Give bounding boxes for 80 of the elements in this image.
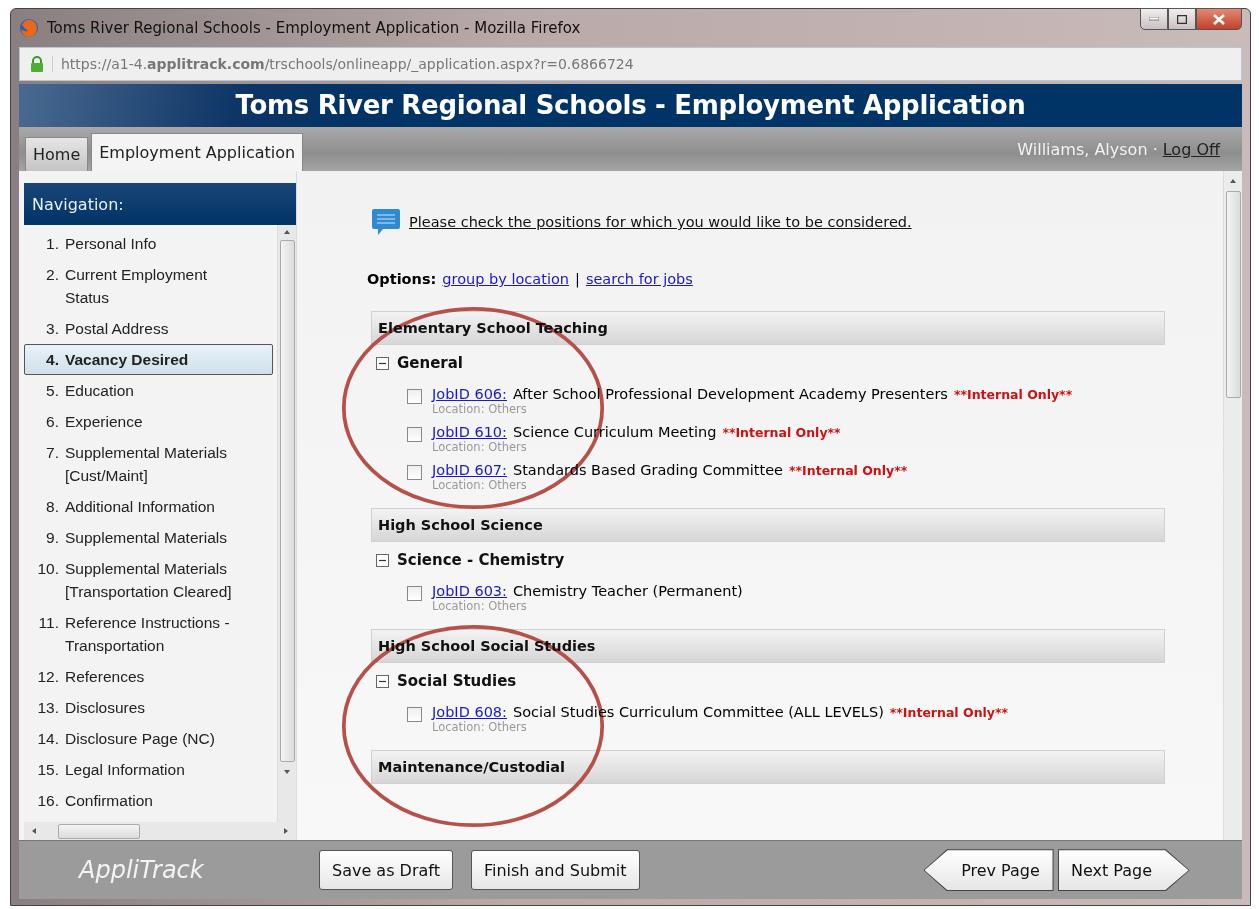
checkbox[interactable] (407, 586, 422, 602)
internal-note: **Internal Only** (953, 387, 1073, 403)
footer-button[interactable]: Finish and Submit (470, 850, 640, 891)
navigation-item[interactable]: 3. Postal Address (24, 313, 273, 345)
job-id-link[interactable]: JobID 606: (432, 386, 507, 403)
job-id-link[interactable]: JobID 603: (432, 583, 507, 600)
option-link[interactable]: search for jobs (585, 271, 693, 288)
checkbox[interactable] (407, 465, 422, 481)
scroll-thumb[interactable] (58, 823, 140, 839)
job-id-link[interactable]: JobID 607: (432, 462, 507, 479)
navigation-item[interactable]: 8. Additional Information (24, 491, 273, 523)
job-id-link[interactable]: JobID 610: (432, 424, 507, 441)
minimize-icon (1149, 17, 1159, 21)
scrollbar[interactable] (277, 225, 296, 823)
browser-logo-icon (19, 17, 39, 38)
job-location: Location: Others (432, 478, 528, 493)
navigation-item[interactable]: 2. Current Employment Status (24, 259, 273, 314)
job-location: Location: Others (432, 440, 528, 455)
options-label: Options: (367, 271, 437, 288)
internal-note: **Internal Only** (889, 705, 1009, 721)
checkbox[interactable] (407, 389, 422, 405)
navigation-item[interactable]: 5. Education (24, 375, 273, 407)
separator: | (575, 271, 580, 288)
footer-button[interactable]: Save as Draft (319, 850, 453, 891)
category-title: High School Science (378, 517, 543, 534)
internal-note: **Internal Only** (722, 425, 841, 441)
job-title: Chemistry Teacher (Permanent) (512, 583, 743, 600)
page-tab[interactable]: Home (25, 137, 89, 172)
instruction-text: Please check the positions for which you would like to be considered. (409, 214, 912, 231)
navigation-item[interactable]: 9. Supplemental Materials (24, 522, 273, 554)
group-title: General (397, 354, 463, 373)
minimize-button[interactable] (1140, 8, 1168, 30)
page-tab[interactable]: Employment Application (91, 133, 304, 172)
window-title: Toms River Regional Schools - Employment Application - Mozilla Firefox (47, 18, 582, 37)
navigation-item[interactable]: 4. Vacancy Desired (24, 344, 273, 376)
job-location: Location: Others (432, 402, 528, 417)
job-title: After School Professional Development Academy Presenters (512, 386, 948, 403)
applitrack-logo: AppliTrack (77, 856, 205, 885)
navigation-item[interactable]: 10. Supplemental Materials [Transportation Cleared] (24, 553, 273, 608)
collapse-icon[interactable] (376, 356, 389, 370)
scroll-left-icon[interactable] (30, 827, 38, 836)
internal-note: **Internal Only** (789, 463, 908, 479)
navigation-item[interactable]: 16. Confirmation (24, 785, 273, 817)
job-location: Location: Others (432, 599, 528, 614)
navigation-item[interactable]: 12. References (24, 661, 273, 693)
horizontal-scrollbar[interactable] (24, 822, 296, 841)
navigation-header: Navigation: (24, 183, 296, 226)
navigation-item[interactable]: 11. Reference Instructions - Transportation (24, 607, 273, 662)
scroll-thumb[interactable] (1225, 191, 1241, 399)
group-title: Social Studies (397, 672, 517, 691)
navigation-item[interactable]: 13. Disclosures (24, 692, 273, 724)
user-name: Williams, Alyson · (1017, 139, 1158, 159)
scrollbar[interactable] (1223, 171, 1242, 841)
job-id-link[interactable]: JobID 608: (432, 704, 507, 721)
category-title: Maintenance/Custodial (378, 759, 566, 776)
navigation-item[interactable]: 1. Personal Info (24, 228, 273, 260)
page-title: Toms River Regional Schools - Employment Application (235, 90, 1026, 121)
option-link[interactable]: group by location (442, 271, 569, 288)
group-title: Science - Chemistry (397, 551, 565, 570)
maximize-button[interactable] (1168, 8, 1196, 30)
navigation-item[interactable]: 6. Experience (24, 406, 273, 438)
next-page-button[interactable]: Next Page (1057, 849, 1190, 892)
close-button[interactable] (1196, 8, 1242, 30)
navigation-item[interactable]: 7. Supplemental Materials [Cust/Maint] (24, 437, 273, 492)
scroll-up-icon[interactable] (1229, 177, 1237, 186)
collapse-icon[interactable] (376, 553, 389, 567)
job-location: Location: Others (432, 720, 528, 735)
checkbox[interactable] (407, 707, 422, 723)
scroll-thumb[interactable] (279, 240, 295, 763)
checkbox[interactable] (407, 427, 422, 443)
lock-icon (30, 55, 44, 72)
navigation-item[interactable]: 15. Legal Information (24, 754, 273, 786)
prev-page-button[interactable]: Prev Page (923, 849, 1054, 892)
collapse-icon[interactable] (376, 674, 389, 688)
log-off-link[interactable]: Log Off (1162, 139, 1220, 159)
close-icon (1213, 13, 1225, 25)
maximize-icon (1177, 14, 1187, 24)
scroll-up-icon[interactable] (283, 228, 291, 237)
scroll-right-icon[interactable] (282, 827, 290, 836)
navigation-item[interactable]: 14. Disclosure Page (NC) (24, 723, 273, 755)
